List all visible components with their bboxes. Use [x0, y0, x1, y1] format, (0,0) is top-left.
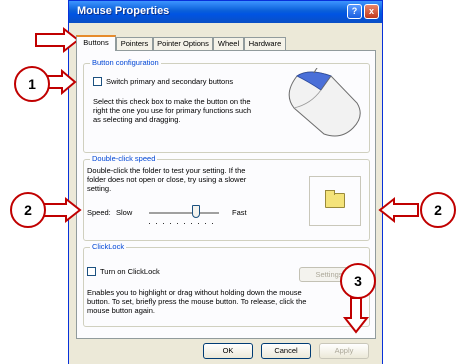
arrow-to-speed-slider: [41, 196, 82, 224]
arrow-to-apply-button: [342, 297, 370, 334]
tab-buttons[interactable]: Buttons: [76, 35, 116, 51]
callout-1: 1: [14, 66, 50, 102]
arrow-to-buttons-tab: [35, 26, 80, 54]
callout-2-right: 2: [420, 192, 456, 228]
callout-3: 3: [340, 263, 376, 299]
arrow-to-test-folder: [378, 196, 419, 224]
callout-2-left: 2: [10, 192, 46, 228]
annotation-arrows: [35, 26, 419, 334]
